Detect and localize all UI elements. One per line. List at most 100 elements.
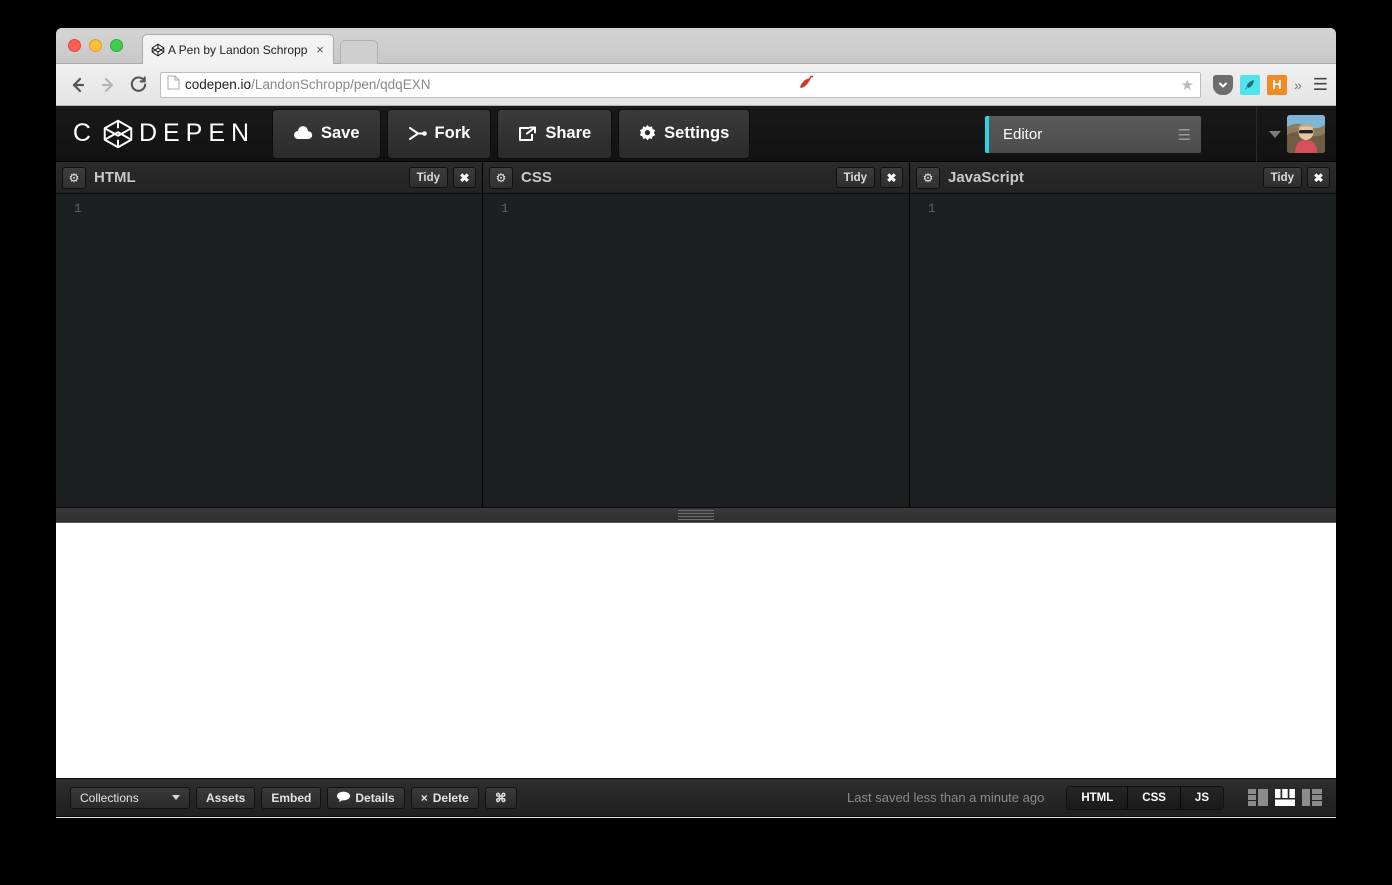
tab-close-icon[interactable]: × (313, 43, 327, 57)
pane-title-css: CSS (521, 169, 552, 186)
layout-left-icon[interactable] (1248, 789, 1268, 806)
address-path: /LandonSchropp/pen/qdqEXN (251, 77, 431, 92)
resize-grip-icon (678, 508, 714, 522)
close-pane-icon-javascript[interactable]: ✖ (1307, 167, 1330, 188)
code-editor-javascript[interactable]: 1 (910, 194, 1336, 507)
bookmark-star-icon[interactable]: ★ (1180, 76, 1193, 94)
view-selector[interactable]: Editor ☰ (985, 116, 1201, 153)
preview-iframe[interactable] (56, 523, 1336, 778)
pane-javascript: ⚙ JavaScript Tidy ✖ 1 (910, 162, 1336, 507)
tidy-button-html[interactable]: Tidy (408, 167, 448, 188)
browser-window: A Pen by Landon Schropp × codepen.io/Lan… (56, 28, 1336, 818)
toggle-html[interactable]: HTML (1067, 786, 1129, 809)
pane-header-javascript: ⚙ JavaScript Tidy ✖ (910, 162, 1336, 194)
settings-button[interactable]: Settings (618, 108, 751, 159)
window-traffic-lights (68, 39, 123, 52)
logo-text-after: DEPEN (138, 119, 256, 147)
save-status: Last saved less than a minute ago (847, 790, 1045, 805)
logo-text-before: C (72, 119, 97, 147)
user-menu[interactable] (1256, 106, 1336, 162)
bottom-toolbar: Collections Assets Embed Details × Delet… (56, 778, 1336, 816)
pane-title-javascript: JavaScript (948, 169, 1024, 186)
settings-label: Settings (664, 124, 730, 142)
fork-icon (408, 126, 427, 141)
pane-css: ⚙ CSS Tidy ✖ 1 (483, 162, 910, 507)
pocket-extension-icon[interactable] (1212, 74, 1233, 95)
codepen-topbar: C DEPEN Save Fork Share Settings Editor … (56, 106, 1336, 162)
browser-address-bar: codepen.io/LandonSchropp/pen/qdqEXN ★ H … (56, 64, 1336, 106)
browser-tab-title: A Pen by Landon Schropp (168, 42, 308, 57)
share-button[interactable]: Share (497, 108, 613, 159)
close-x-icon: × (420, 790, 428, 805)
toggle-css[interactable]: CSS (1128, 786, 1181, 809)
assets-button[interactable]: Assets (196, 786, 256, 809)
reload-icon[interactable] (124, 71, 152, 99)
browser-tab-active[interactable]: A Pen by Landon Schropp × (142, 34, 334, 64)
share-icon (518, 126, 537, 142)
back-icon[interactable] (64, 71, 92, 99)
collections-label: Collections (80, 790, 139, 805)
cloud-icon (293, 126, 313, 141)
window-maximize-button[interactable] (110, 39, 123, 52)
pane-header-html: ⚙ HTML Tidy ✖ (56, 162, 482, 194)
keyboard-shortcuts-button[interactable]: ⌘ (484, 786, 517, 809)
comment-bubble-icon (337, 791, 351, 805)
gear-icon (639, 125, 656, 142)
address-domain: codepen.io (185, 77, 252, 92)
details-label: Details (355, 790, 395, 805)
pane-title-html: HTML (94, 169, 136, 186)
pane-header-css: ⚙ CSS Tidy ✖ (483, 162, 909, 194)
layout-switcher (1248, 789, 1322, 806)
delete-label: Delete (432, 790, 469, 805)
share-label: Share (545, 124, 592, 142)
new-tab-button[interactable] (340, 40, 378, 64)
pane-settings-gear-icon[interactable]: ⚙ (916, 166, 940, 189)
line-number: 1 (928, 202, 936, 216)
delete-button[interactable]: × Delete (410, 786, 479, 809)
close-pane-icon-css[interactable]: ✖ (880, 167, 903, 188)
details-button[interactable]: Details (327, 786, 405, 809)
tidy-button-css[interactable]: Tidy (835, 167, 875, 188)
user-avatar[interactable] (1286, 115, 1325, 153)
browser-tab-strip: A Pen by Landon Schropp × (56, 28, 1336, 64)
embed-button[interactable]: Embed (261, 786, 322, 809)
honey-extension-icon[interactable]: H (1266, 74, 1287, 95)
address-url: codepen.io/LandonSchropp/pen/qdqEXN (185, 77, 430, 92)
pane-settings-gear-icon[interactable]: ⚙ (489, 166, 513, 189)
caret-down-icon (172, 795, 180, 800)
overflow-chevrons-icon[interactable]: » (1294, 77, 1302, 93)
view-menu-icon[interactable]: ☰ (1178, 126, 1191, 144)
forward-icon (94, 71, 122, 99)
close-pane-icon-html[interactable]: ✖ (453, 167, 476, 188)
codepen-logo[interactable]: C DEPEN (56, 119, 272, 149)
editor-toggle-group: HTML CSS JS (1066, 785, 1224, 810)
browser-menu-icon[interactable]: ☰ (1309, 75, 1328, 95)
rocket-extension-icon[interactable] (1239, 74, 1260, 95)
line-number: 1 (74, 202, 82, 216)
pane-settings-gear-icon[interactable]: ⚙ (62, 166, 86, 189)
view-selector-label: Editor (1003, 126, 1043, 143)
toggle-js[interactable]: JS (1180, 786, 1223, 809)
collections-dropdown[interactable]: Collections (70, 786, 190, 809)
codepen-favicon (151, 43, 165, 57)
layout-right-icon[interactable] (1302, 789, 1322, 806)
layout-columns-icon[interactable] (1275, 789, 1295, 806)
code-editor-html[interactable]: 1 (56, 194, 482, 507)
pane-resize-handle[interactable] (56, 507, 1336, 523)
fork-label: Fork (434, 124, 471, 142)
caret-down-icon[interactable] (1268, 130, 1281, 138)
tidy-button-javascript[interactable]: Tidy (1262, 167, 1302, 188)
save-button[interactable]: Save (272, 108, 381, 159)
code-editor-css[interactable]: 1 (483, 194, 909, 507)
pane-html: ⚙ HTML Tidy ✖ 1 (56, 162, 483, 507)
window-close-button[interactable] (68, 39, 81, 52)
fork-button[interactable]: Fork (386, 108, 492, 159)
address-input[interactable]: codepen.io/LandonSchropp/pen/qdqEXN ★ (160, 71, 1201, 98)
editor-panes: ⚙ HTML Tidy ✖ 1 ⚙ CSS Tidy ✖ 1 ⚙ JavaScr… (56, 162, 1336, 507)
pepper-extension-icon[interactable] (797, 75, 814, 94)
window-minimize-button[interactable] (89, 39, 102, 52)
codepen-app: C DEPEN Save Fork Share Settings Editor … (56, 106, 1336, 817)
codepen-cube-icon (103, 119, 133, 149)
browser-extensions: H » ☰ (1209, 74, 1328, 95)
page-icon (167, 75, 180, 95)
